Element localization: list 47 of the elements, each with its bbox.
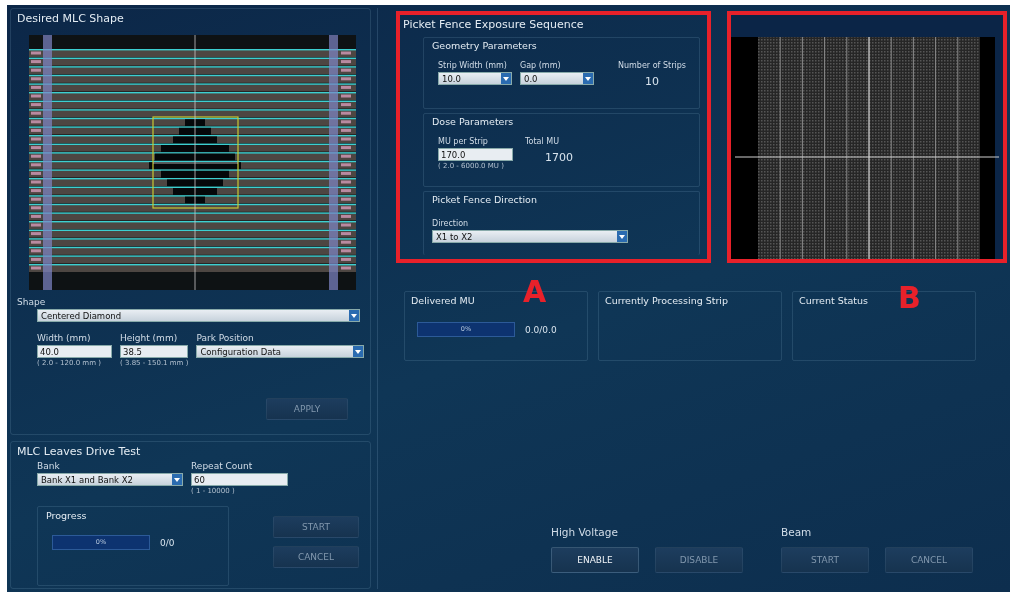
- field-label: Gap (mm): [520, 60, 562, 72]
- panel-title: Geometry Parameters: [432, 39, 537, 53]
- input-field[interactable]: 60: [191, 473, 288, 486]
- annotation-letter: A: [523, 277, 547, 307]
- group-label: Beam: [781, 525, 813, 540]
- field-label: Number of Strips: [618, 60, 686, 72]
- field-label: Direction: [432, 218, 470, 230]
- caret-icon: [583, 73, 593, 84]
- panel-title: Desired MLC Shape: [17, 11, 124, 27]
- input-field[interactable]: 38.5: [120, 345, 188, 358]
- field-label: Height (mm): [120, 332, 179, 345]
- button[interactable]: ENABLE: [551, 547, 639, 573]
- annotation-letter: B: [898, 283, 921, 313]
- field-label: Strip Width (mm): [438, 60, 508, 72]
- value-readout: 1700: [545, 150, 573, 166]
- value-readout: 10: [644, 74, 659, 90]
- dropdown[interactable]: 10.0: [438, 72, 512, 85]
- dropdown[interactable]: Centered Diamond: [37, 309, 360, 322]
- caret-icon: [349, 310, 359, 321]
- field-label: Park Position: [196, 332, 255, 345]
- caret-icon: [501, 73, 511, 84]
- caret-icon: [172, 474, 182, 485]
- caret-icon: [617, 231, 627, 242]
- field-label: Bank: [37, 460, 61, 473]
- field-label: Repeat Count: [191, 460, 254, 473]
- progress-count: 0/0: [160, 537, 175, 548]
- panel-title: Picket Fence Direction: [432, 193, 537, 207]
- field-label: Shape: [17, 296, 47, 309]
- panel-title: Current Status: [799, 294, 868, 308]
- input-field[interactable]: 40.0: [37, 345, 112, 358]
- panel-title: Delivered MU: [411, 294, 475, 308]
- input-field[interactable]: 170.0: [438, 148, 513, 161]
- dropdown[interactable]: Configuration Data: [196, 345, 364, 358]
- panel-title: Currently Processing Strip: [605, 294, 729, 308]
- dropdown[interactable]: Bank X1 and Bank X2: [37, 473, 183, 486]
- dropdown[interactable]: 0.0: [520, 72, 594, 85]
- panel-title: MLC Leaves Drive Test: [17, 444, 141, 460]
- field-label: Total MU: [525, 136, 560, 148]
- panel-title: Progress: [46, 509, 87, 523]
- field-label: MU per Strip: [438, 136, 489, 148]
- field-label: Width (mm): [37, 332, 92, 345]
- panel-title: Picket Fence Exposure Sequence: [403, 17, 584, 33]
- group-label: High Voltage: [551, 525, 619, 540]
- caret-icon: [353, 346, 363, 357]
- dropdown[interactable]: X1 to X2: [432, 230, 628, 243]
- progress-count: 0.0/0.0: [525, 324, 557, 335]
- panel-title: Dose Parameters: [432, 115, 514, 129]
